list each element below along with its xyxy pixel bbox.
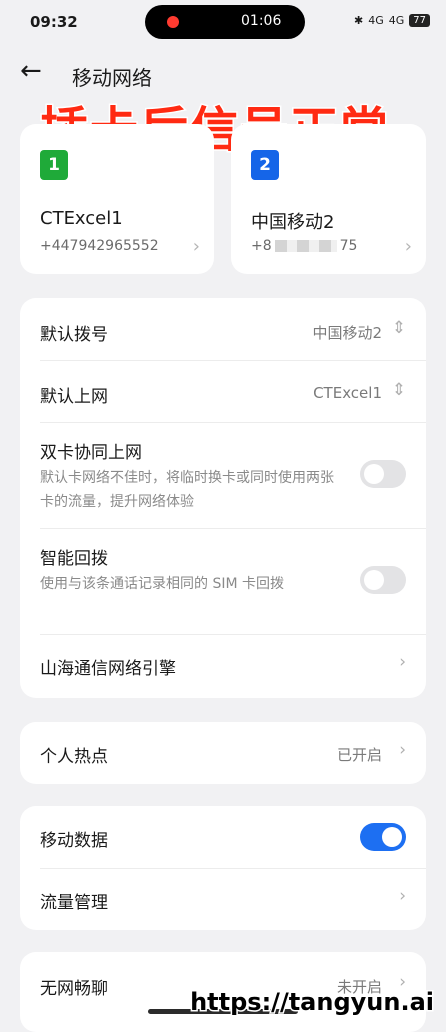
status-bar: 09:32 01:06 ✱ 4G 4G 77 — [0, 0, 446, 46]
mobile-data-toggle[interactable] — [360, 823, 406, 851]
divider — [40, 868, 426, 869]
traffic-label: 流量管理 — [40, 893, 108, 913]
back-arrow-icon[interactable]: ← — [20, 58, 42, 84]
mobile-data-label: 移动数据 — [40, 831, 108, 851]
sim1-number: +447942965552 — [40, 238, 159, 254]
status-icons: ✱ 4G 4G 77 — [354, 14, 430, 27]
sim-card-1[interactable]: 1 CTExcel1 +447942965552 › — [20, 124, 214, 274]
dual-sim-label: 双卡协同上网 — [40, 443, 142, 463]
sim-card-2[interactable]: 2 中国移动2 +8 75 › — [231, 124, 426, 274]
up-down-icon: ⇕ — [391, 318, 406, 338]
chevron-right-icon: › — [404, 236, 412, 257]
hotspot-label: 个人热点 — [40, 747, 108, 767]
smart-callback-label: 智能回拨 — [40, 549, 108, 569]
default-data-label: 默认上网 — [40, 387, 108, 407]
status-time: 09:32 — [30, 13, 78, 31]
dual-sim-toggle[interactable] — [360, 460, 406, 488]
toggle-knob — [364, 570, 384, 590]
recording-dot-icon — [167, 16, 179, 28]
page-title: 移动网络 — [72, 66, 152, 90]
divider — [40, 634, 426, 635]
up-down-icon: ⇕ — [391, 380, 406, 400]
smart-callback-desc: 使用与该条通话记录相同的 SIM 卡回拨 — [40, 576, 284, 592]
call-timer: 01:06 — [241, 13, 282, 29]
sim2-number-prefix: +8 — [251, 238, 272, 254]
offline-chat-label: 无网畅聊 — [40, 979, 108, 999]
call-pill[interactable]: 01:06 — [145, 5, 305, 39]
chevron-right-icon: › — [399, 652, 406, 672]
divider — [40, 360, 426, 361]
chevron-right-icon: › — [399, 886, 406, 906]
mobile-data-card: 移动数据 流量管理 › — [20, 806, 426, 930]
default-data-value: CTExcel1 — [313, 384, 382, 402]
hotspot-card: 个人热点 已开启 › — [20, 722, 426, 784]
sim2-number: +8 75 — [251, 238, 357, 254]
hotspot-value: 已开启 — [336, 746, 382, 764]
toggle-knob — [382, 827, 402, 847]
chevron-right-icon: › — [192, 236, 200, 257]
number-blur — [274, 240, 337, 252]
bluetooth-icon: ✱ — [353, 14, 364, 27]
divider — [40, 422, 426, 423]
sim2-name: 中国移动2 — [251, 212, 335, 233]
signal-2-icon: 4G — [388, 14, 405, 27]
divider — [40, 528, 426, 529]
sim1-name: CTExcel1 — [40, 208, 123, 229]
default-dial-value: 中国移动2 — [312, 324, 382, 342]
default-dial-label: 默认拨号 — [40, 325, 108, 345]
signal-1-icon: 4G — [368, 14, 384, 27]
toggle-knob — [364, 464, 384, 484]
settings-card: 默认拨号 中国移动2 ⇕ 默认上网 CTExcel1 ⇕ 双卡协同上网 默认卡网… — [20, 298, 426, 698]
sim2-number-tail: 75 — [339, 238, 358, 254]
watermark: https://tangyun.ai — [189, 987, 436, 1018]
dual-sim-desc: 默认卡网络不佳时，将临时换卡或同时使用两张卡的流量，提升网络体验 — [40, 470, 334, 510]
battery-icon: 77 — [409, 14, 430, 27]
engine-label: 山海通信网络引擎 — [40, 659, 176, 679]
sim1-badge-icon: 1 — [40, 150, 68, 180]
sim2-badge-icon: 2 — [251, 150, 279, 180]
smart-callback-toggle[interactable] — [360, 566, 406, 594]
chevron-right-icon: › — [399, 740, 406, 760]
